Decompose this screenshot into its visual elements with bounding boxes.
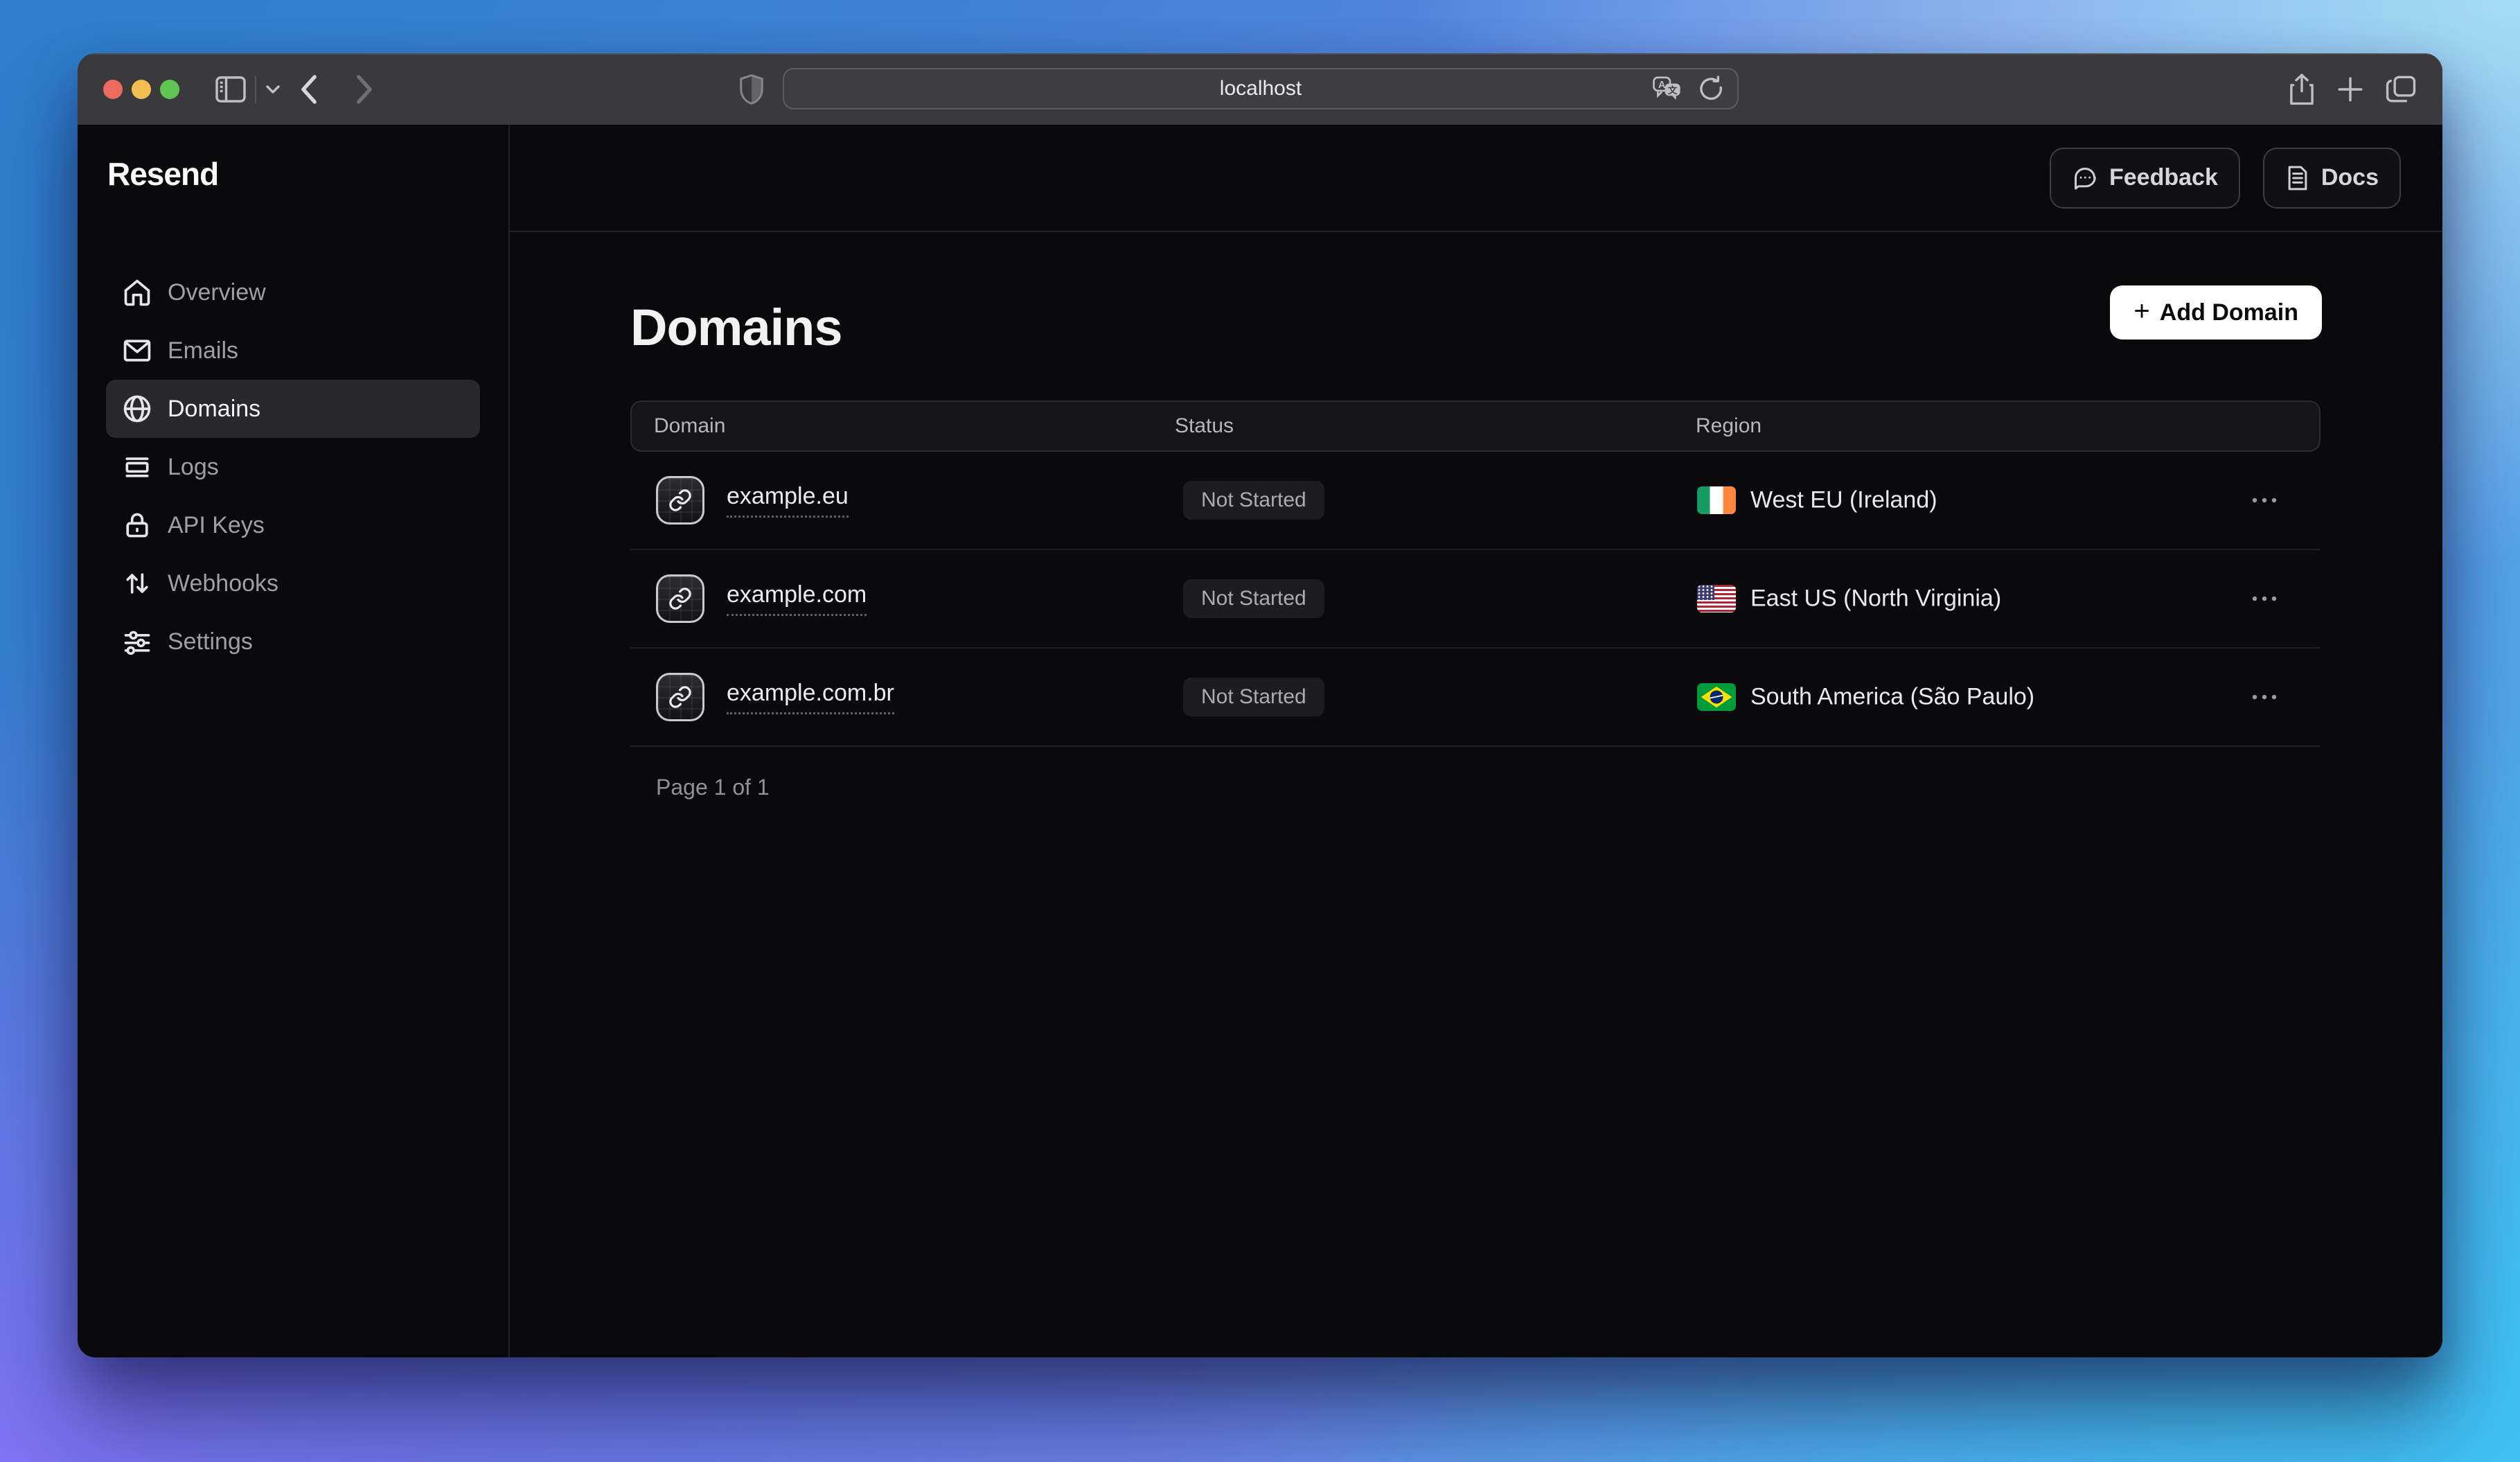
row-actions-button[interactable] [2250,595,2279,603]
flag-brazil-icon [1697,683,1736,711]
sidebar-item-label: Settings [168,628,253,655]
chevron-down-icon [265,84,281,95]
domain-link[interactable]: example.com.br [727,680,894,714]
sidebar-item-label: Domains [168,396,260,423]
browser-sidebar-toggle[interactable] [215,76,281,103]
globe-icon [122,394,152,424]
status-badge: Not Started [1183,481,1324,520]
region-label: South America (São Paulo) [1750,684,2034,711]
sidebar-item-label: Webhooks [168,570,278,597]
browser-window: localhost A 文 [78,53,2442,1357]
pagination-status: Page 1 of 1 [656,775,2321,800]
column-header-status: Status [1175,414,1234,438]
table-row: example.com.br Not Started South America… [630,649,2321,747]
add-domain-button[interactable]: + Add Domain [2110,285,2322,340]
docs-button-label: Docs [2321,164,2379,191]
close-window-button[interactable] [103,80,123,99]
status-badge: Not Started [1183,678,1324,716]
column-header-domain: Domain [654,414,725,438]
row-actions-button[interactable] [2250,693,2279,701]
new-tab-icon[interactable] [2336,73,2365,106]
forward-button[interactable] [353,73,375,105]
row-actions-button[interactable] [2250,496,2279,504]
add-domain-label: Add Domain [2160,299,2298,326]
traffic-lights [103,80,179,99]
share-icon[interactable] [2288,73,2316,106]
link-icon [656,574,704,623]
flag-canton [1697,585,1714,600]
table-row: example.eu Not Started West EU (Ireland) [630,452,2321,550]
address-bar-icons: A 文 [1653,75,1725,103]
sidebar-panel-icon [215,76,247,103]
table-row: example.com Not Started East US (North V… [630,550,2321,649]
region-label: East US (North Virginia) [1750,585,2001,613]
main-area: Feedback Docs Domains + Add Domain [510,125,2442,1357]
home-icon [122,277,152,308]
document-icon [2285,165,2310,191]
sidebar-item-webhooks[interactable]: Webhooks [106,554,480,613]
sidebar-item-label: API Keys [168,512,265,539]
resend-logo: Resend [107,155,218,193]
sidebar-item-api-keys[interactable]: API Keys [106,496,480,554]
region-label: West EU (Ireland) [1750,487,1937,514]
rows-icon [122,452,152,482]
toolbar-right-icons [2288,73,2417,106]
page-title: Domains [630,298,842,357]
sidebar-item-overview[interactable]: Overview [106,263,480,322]
feedback-button-label: Feedback [2109,164,2218,191]
lock-icon [122,510,152,540]
domain-link[interactable]: example.eu [727,483,849,518]
plus-icon: + [2133,297,2149,325]
sidebar-item-emails[interactable]: Emails [106,322,480,380]
arrows-up-down-icon [122,568,152,599]
docs-button[interactable]: Docs [2263,148,2401,209]
sidebar-item-label: Logs [168,454,219,481]
flag-ireland-icon [1697,486,1736,514]
sidebar-item-label: Emails [168,337,238,364]
translate-icon[interactable]: A 文 [1653,75,1683,103]
sidebar-item-logs[interactable]: Logs [106,438,480,496]
app-sidebar: Resend Overview [78,125,510,1357]
back-button[interactable] [298,73,320,105]
column-header-region: Region [1696,414,1762,438]
mail-icon [122,335,152,366]
sliders-icon [122,626,152,657]
toolbar-separator [255,76,256,103]
domains-table: Domain Status Region example.eu [630,400,2321,800]
status-badge: Not Started [1183,579,1324,618]
domain-link[interactable]: example.com [727,581,867,616]
app-content: Resend Overview [78,125,2442,1357]
svg-text:文: 文 [1668,85,1678,96]
address-bar[interactable]: localhost A 文 [783,68,1739,109]
feedback-bubble-icon [2072,165,2098,191]
zoom-window-button[interactable] [160,80,179,99]
sidebar-item-label: Overview [168,279,266,306]
sidebar-item-domains[interactable]: Domains [106,380,480,438]
table-header: Domain Status Region [630,400,2321,452]
browser-toolbar: localhost A 文 [78,53,2442,125]
link-icon [656,673,704,721]
tab-overview-icon[interactable] [2385,73,2417,106]
desktop-wallpaper: localhost A 文 [0,0,2520,1462]
flag-globe [1710,691,1723,704]
address-text: localhost [1220,77,1302,100]
minimize-window-button[interactable] [132,80,151,99]
sidebar-nav: Overview Emails [106,263,480,671]
link-icon [656,476,704,525]
privacy-shield-icon[interactable] [740,74,763,105]
feedback-button[interactable]: Feedback [2050,148,2240,209]
reload-icon[interactable] [1697,75,1725,103]
sidebar-item-settings[interactable]: Settings [106,613,480,671]
svg-text:A: A [1658,80,1666,91]
app-topbar: Feedback Docs [510,125,2442,232]
flag-united-states-icon [1697,585,1736,613]
